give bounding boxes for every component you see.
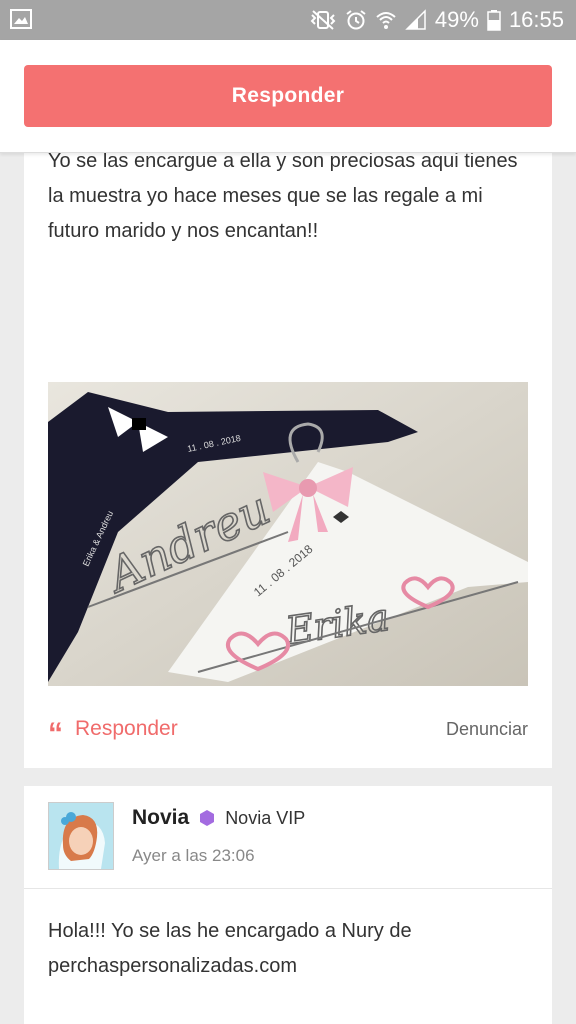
post-actions: “ Responder Denunciar (48, 709, 528, 749)
alarm-icon (346, 10, 366, 30)
gallery-notification-icon (10, 9, 32, 29)
reply-header: Responder (0, 40, 576, 153)
report-link[interactable]: Denunciar (446, 719, 528, 740)
divider (24, 888, 552, 889)
clock: 16:55 (508, 7, 564, 32)
avatar[interactable] (48, 802, 114, 870)
author-name[interactable]: Novia (132, 806, 189, 830)
post-timestamp: Ayer a las 23:06 (132, 846, 255, 865)
post-card: Yo se las encargue a ella y son preciosa… (24, 110, 552, 768)
post-text: Yo se las encargue a ella y son preciosa… (48, 150, 518, 242)
quote-icon: “ (48, 717, 63, 750)
personalized-hangers-photo: 11 . 08 . 2018 Erika & Andreu Andreu Eri… (48, 382, 528, 686)
wifi-icon (376, 12, 396, 29)
reply-link[interactable]: “ Responder (48, 709, 178, 749)
reply-link-label: Responder (75, 717, 178, 740)
status-bar: 49% 16:55 (0, 0, 576, 40)
vip-label: Novia VIP (225, 807, 306, 828)
author-line: Novia Novia VIP (132, 806, 305, 830)
post-photo[interactable]: 11 . 08 . 2018 Erika & Andreu Andreu Eri… (48, 382, 528, 686)
battery-icon (487, 10, 501, 31)
post-text: Hola!!! Yo se las he encargado a Nury de… (48, 920, 412, 977)
signal-icon (405, 9, 426, 30)
vibrate-mute-icon (310, 10, 336, 30)
reply-button[interactable]: Responder (24, 65, 552, 127)
reply-card: Novia Novia VIP Ayer a las 23:06 Hola!!!… (24, 786, 552, 1024)
vip-badge-icon (200, 810, 215, 826)
bride-avatar-icon (49, 803, 113, 869)
battery-percent: 49% (434, 7, 479, 32)
